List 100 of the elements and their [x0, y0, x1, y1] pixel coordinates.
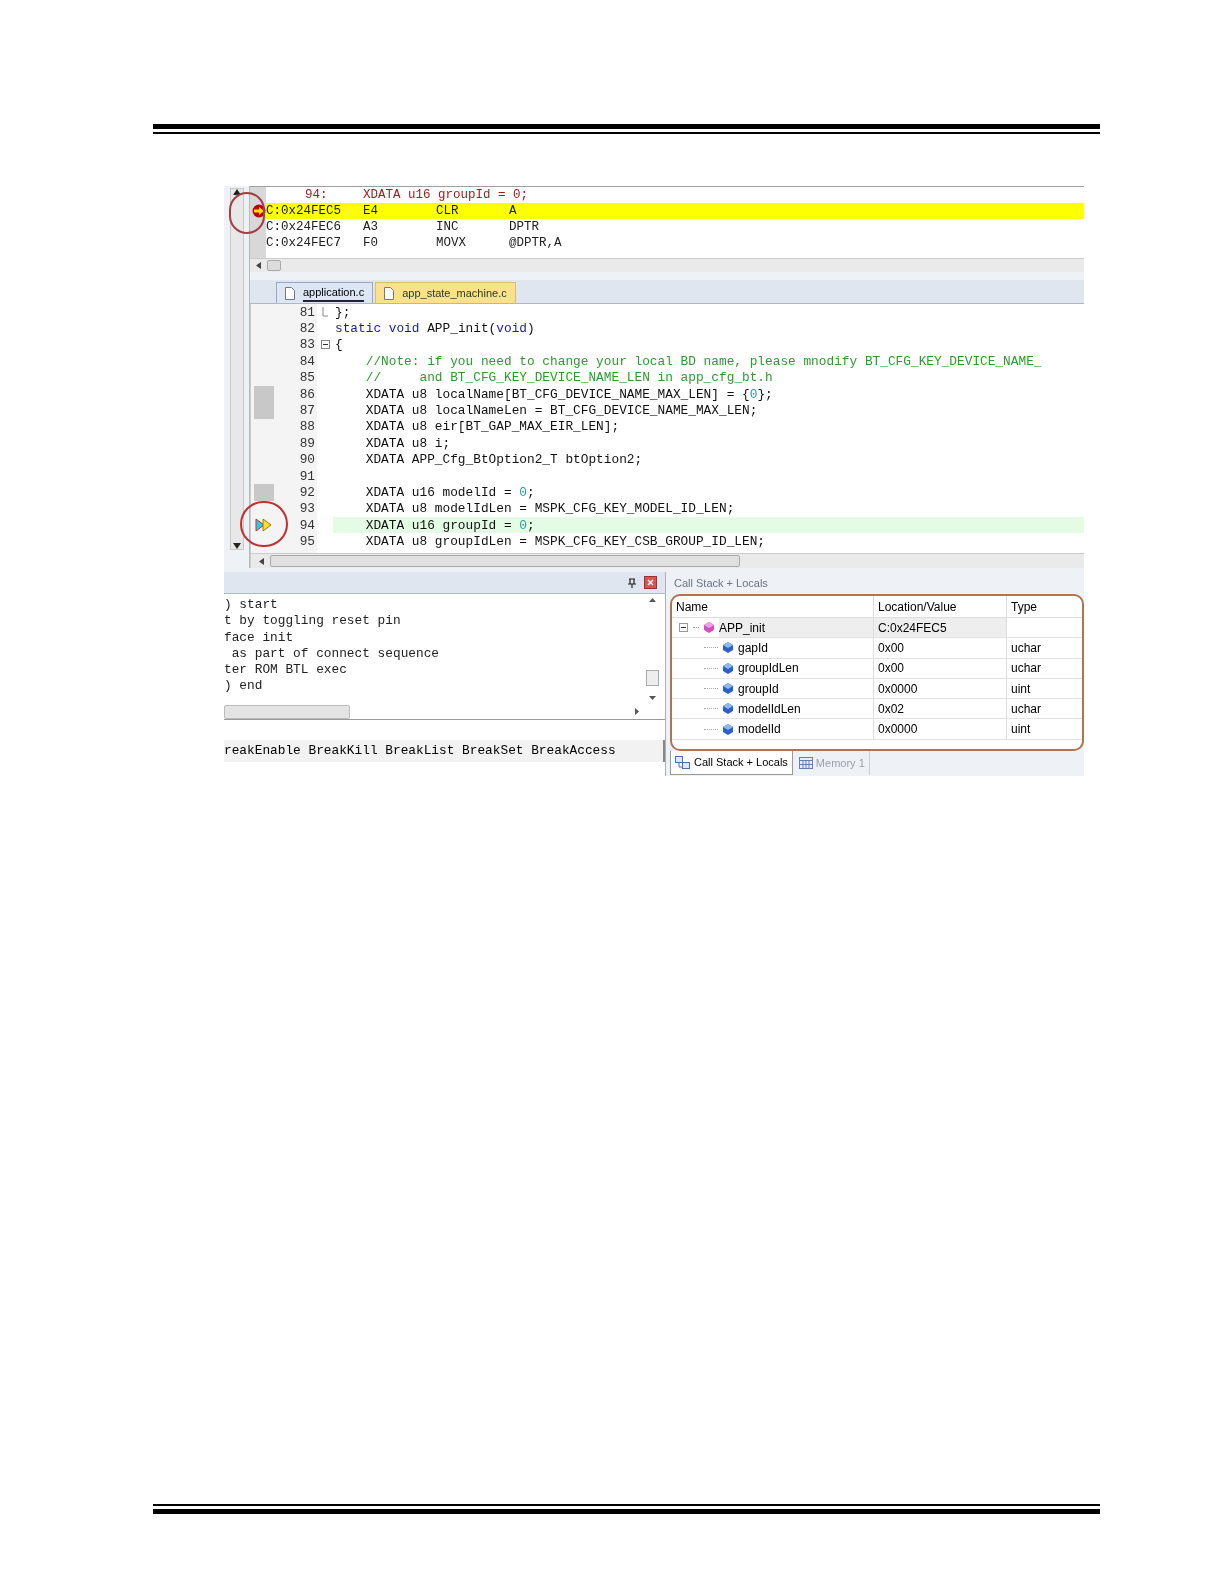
output-line: ter ROM BTL exec — [224, 662, 348, 679]
line-number: 86 — [298, 385, 316, 403]
scroll-down-icon[interactable] — [233, 543, 241, 549]
local-type: uint — [1006, 719, 1082, 739]
instruction-mnemonic: MOVX — [436, 234, 467, 252]
code-line: static void APP_init(void) — [334, 320, 536, 337]
local-value: 0x00 — [873, 658, 1006, 678]
instruction-address: C:0x24FEC5 — [266, 202, 342, 220]
code-line: XDATA u8 eir[BT_GAP_MAX_EIR_LEN]; — [364, 418, 621, 436]
output-line: as part of connect sequence — [230, 645, 441, 663]
variable-icon — [723, 642, 733, 654]
line-number: 91 — [298, 467, 316, 485]
local-value: 0x0000 — [873, 719, 1006, 739]
instruction-mnemonic: INC — [436, 218, 460, 236]
code-line: XDATA u8 groupIdLen = MSPK_CFG_KEY_CSB_GROUP_ID_LEN; — [364, 533, 767, 550]
local-type: uchar — [1006, 658, 1082, 678]
instruction-opcode: A3 — [363, 218, 379, 236]
vertical-scrollbar[interactable] — [230, 188, 244, 550]
scroll-left-icon[interactable] — [259, 557, 264, 565]
scroll-up-icon[interactable] — [648, 598, 656, 602]
line-number: 83 — [298, 336, 316, 354]
file-icon — [384, 286, 395, 300]
line-number: 92 — [298, 484, 316, 501]
code-line: XDATA u8 i; — [364, 435, 452, 452]
close-icon[interactable] — [644, 576, 657, 589]
code-line: { — [334, 336, 344, 354]
output-line: ) start — [224, 597, 279, 614]
column-header[interactable]: Name — [672, 596, 873, 617]
line-number: 94 — [298, 517, 316, 534]
scrollbar-thumb[interactable] — [645, 670, 659, 686]
line-number: 85 — [298, 369, 316, 386]
code-line: XDATA u8 localNameLen = BT_CFG_DEVICE_NAME_MAX_LEN; — [364, 402, 759, 419]
horizontal-scrollbar[interactable] — [250, 258, 1084, 272]
local-name[interactable]: modelId — [738, 720, 781, 739]
code-line: // and BT_CFG_KEY_DEVICE_NAME_LEN in app_cfg_bt.h — [364, 369, 774, 386]
output-line: face init — [224, 629, 295, 646]
variable-icon — [723, 662, 733, 674]
horizontal-scrollbar[interactable] — [224, 704, 665, 720]
output-line: ) end — [224, 678, 264, 695]
instruction-address: C:0x24FEC7 — [266, 234, 342, 252]
source-line-number: 94: — [304, 186, 329, 204]
instruction-operand: A — [509, 202, 517, 220]
code-line: }; — [334, 304, 352, 321]
scroll-right-icon[interactable] — [635, 708, 639, 715]
function-icon — [704, 622, 714, 634]
instruction-opcode: E4 — [363, 202, 379, 220]
instruction-address: C:0x24FEC6 — [266, 218, 342, 236]
local-type: uchar — [1006, 638, 1082, 658]
local-value: C:0x24FEC5 — [873, 618, 1006, 638]
output-line: t by toggling reset pin — [224, 613, 402, 630]
horizontal-scrollbar[interactable] — [251, 553, 1084, 568]
scroll-down-icon[interactable] — [648, 696, 656, 700]
local-type: uint — [1006, 678, 1082, 699]
file-icon — [285, 286, 295, 300]
source-line-code: XDATA u16 groupId = 0; — [363, 186, 529, 204]
code-line: //Note: if you need to change your local BD name, please mnodify BT_CFG_KEY_DEVICE_NAME_ — [364, 353, 1043, 370]
scroll-left-icon[interactable] — [256, 262, 261, 269]
file-tab[interactable]: application.c — [276, 282, 374, 303]
instruction-operand: @DPTR,A — [509, 234, 562, 252]
line-number: 89 — [298, 435, 316, 452]
panel-tab[interactable]: Call Stack + Locals — [670, 751, 793, 775]
file-tab[interactable]: app_state_machine.c — [375, 282, 516, 303]
local-name[interactable]: gapId — [738, 638, 769, 657]
code-line: XDATA u8 localName[BT_CFG_DEVICE_NAME_MAX_LEN] = {0}; — [364, 385, 774, 403]
line-number: 95 — [298, 533, 316, 550]
current-instruction-icon — [252, 204, 266, 218]
code-line: XDATA u8 modelIdLen = MSPK_CFG_KEY_MODEL_ID_LEN; — [364, 500, 736, 518]
line-number: 81 — [298, 304, 316, 321]
line-number: 90 — [298, 451, 316, 468]
variable-icon — [723, 723, 733, 735]
local-value: 0x0000 — [873, 678, 1006, 699]
instruction-operand: DPTR — [509, 218, 539, 236]
scrollbar-thumb[interactable] — [267, 260, 281, 271]
code-line: XDATA u16 modelId = 0; — [364, 484, 536, 501]
scrollbar-thumb[interactable] — [270, 555, 740, 567]
scroll-up-icon[interactable] — [233, 189, 241, 195]
line-number: 88 — [298, 418, 316, 436]
local-name[interactable]: groupId — [738, 679, 779, 698]
column-header[interactable]: Type — [1006, 596, 1082, 617]
local-type: uchar — [1006, 699, 1082, 719]
instruction-opcode: F0 — [363, 234, 379, 252]
variable-icon — [723, 703, 733, 715]
column-header[interactable]: Location/Value — [873, 596, 1006, 617]
pane-title: Call Stack + Locals — [673, 575, 769, 591]
local-name[interactable]: APP_init — [719, 618, 873, 638]
scrollbar-thumb[interactable] — [224, 704, 350, 719]
variable-icon — [723, 683, 733, 695]
local-value: 0x00 — [873, 638, 1006, 658]
code-line: XDATA APP_Cfg_BtOption2_T btOption2; — [364, 451, 644, 468]
local-name[interactable]: modelIdLen — [738, 699, 801, 718]
tree-collapse-icon[interactable] — [679, 623, 688, 633]
pin-icon[interactable] — [628, 577, 636, 588]
local-value: 0x02 — [873, 699, 1006, 719]
line-number: 87 — [298, 402, 316, 419]
local-name[interactable]: groupIdLen — [738, 659, 799, 678]
call-stack-icon — [675, 755, 691, 770]
line-number: 82 — [298, 320, 316, 337]
grid-icon — [798, 757, 813, 769]
instruction-mnemonic: CLR — [436, 202, 460, 220]
line-number: 84 — [298, 353, 316, 370]
